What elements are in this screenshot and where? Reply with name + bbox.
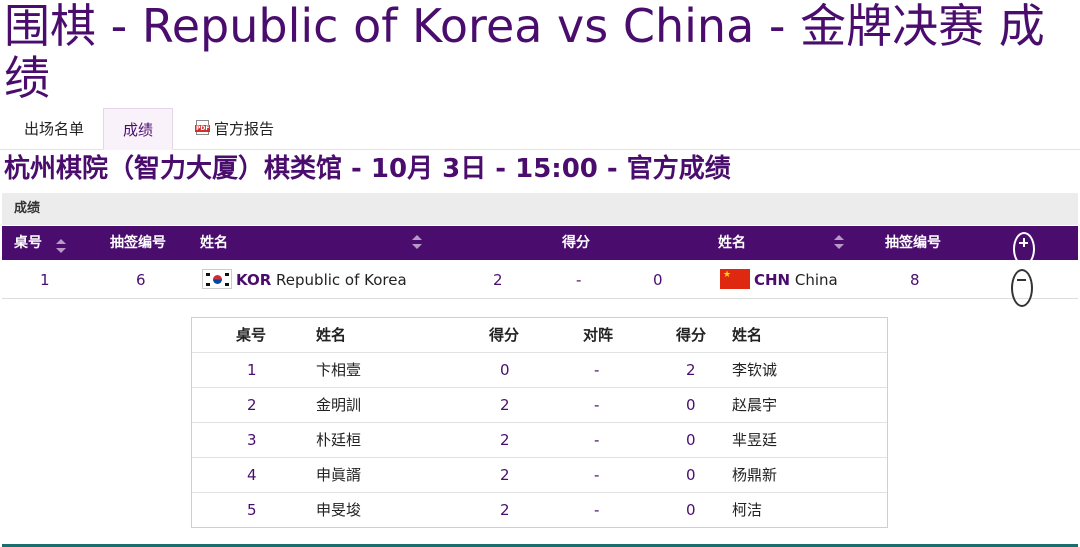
board-player-right: 芈昱廷 — [732, 431, 778, 449]
board-detail-table: 桌号 姓名 得分 对阵 得分 姓名 1 卞相壹 0 - 2 李钦诚 2 金明訓 … — [191, 317, 888, 528]
header-name-left-label: 姓名 — [200, 235, 228, 251]
board-player-right: 赵晨宇 — [732, 396, 778, 414]
header-draw-no-right: 抽签编号 — [885, 235, 941, 251]
match-table-no: 1 — [40, 271, 50, 289]
header-table-no[interactable]: 桌号 — [14, 226, 66, 260]
section-header: 成绩 — [2, 193, 1078, 225]
venue-subtitle: 杭州棋院（智力大厦）棋类馆 - 10月 3日 - 15:00 - 官方成绩 — [4, 154, 731, 184]
board-score-right: 0 — [686, 501, 696, 519]
detail-header-name-left: 姓名 — [316, 326, 347, 344]
board-player-right: 李钦诚 — [732, 361, 778, 379]
board-player-left: 申眞諝 — [316, 466, 362, 484]
detail-header-score-left: 得分 — [489, 326, 520, 344]
board-score-left: 2 — [500, 466, 510, 484]
board-no: 4 — [247, 466, 257, 484]
detail-header-name-right: 姓名 — [732, 326, 763, 344]
board-no: 1 — [247, 361, 257, 379]
board-score-left: 0 — [500, 361, 510, 379]
team-left-noc: KOR — [236, 271, 272, 289]
tab-results[interactable]: 成绩 — [103, 108, 173, 150]
header-name-right[interactable]: 姓名 — [718, 226, 848, 260]
board-no: 2 — [247, 396, 257, 414]
team-left-name: Republic of Korea — [276, 271, 407, 289]
board-score-left: 2 — [500, 431, 510, 449]
board-row: 1 卞相壹 0 - 2 李钦诚 — [192, 353, 887, 388]
board-separator: - — [594, 431, 600, 449]
match-draw-no-right: 8 — [910, 271, 920, 289]
board-separator: - — [594, 361, 600, 379]
header-name-left[interactable]: 姓名 — [200, 226, 428, 260]
team-right-noc: CHN — [754, 271, 791, 289]
board-score-right: 0 — [686, 466, 696, 484]
match-row[interactable]: 1 6 KOR Republic of Korea 2 - 0 ★ CHN Chi… — [2, 261, 1078, 307]
board-score-right: 2 — [686, 361, 696, 379]
tab-bar: 出场名单 成绩 官方报告 — [0, 108, 1080, 150]
board-row: 2 金明訓 2 - 0 赵晨宇 — [192, 388, 887, 423]
header-name-right-label: 姓名 — [718, 235, 746, 251]
board-row: 3 朴廷桓 2 - 0 芈昱廷 — [192, 423, 887, 458]
detail-header-vs: 对阵 — [583, 326, 614, 344]
minus-circle-icon[interactable] — [1011, 269, 1033, 307]
header-table-no-label: 桌号 — [14, 235, 42, 251]
board-row: 4 申眞諝 2 - 0 杨鼎新 — [192, 458, 887, 493]
pdf-icon — [195, 120, 211, 135]
board-player-left: 卞相壹 — [316, 361, 362, 379]
board-score-right: 0 — [686, 396, 696, 414]
board-score-left: 2 — [500, 396, 510, 414]
board-player-right: 杨鼎新 — [732, 466, 778, 484]
match-team-right: ★ CHN China — [720, 261, 838, 299]
match-team-left: KOR Republic of Korea — [202, 261, 407, 299]
team-right-name: China — [794, 271, 838, 289]
board-player-left: 金明訓 — [316, 396, 362, 414]
board-separator: - — [594, 466, 600, 484]
korea-flag-icon — [202, 269, 232, 289]
tab-official-report[interactable]: 官方报告 — [178, 108, 292, 150]
board-row: 5 申旻埈 2 - 0 柯洁 — [192, 493, 887, 528]
page-title: 围棋 - Republic of Korea vs China - 金牌决赛 成… — [4, 0, 1045, 105]
match-score-separator: - — [576, 271, 582, 289]
results-header-row: 桌号 抽签编号 姓名 得分 姓名 抽签编号 — [2, 226, 1078, 266]
board-separator: - — [594, 501, 600, 519]
tab-official-report-label: 官方报告 — [214, 120, 275, 138]
detail-header-row: 桌号 姓名 得分 对阵 得分 姓名 — [192, 318, 887, 353]
board-no: 5 — [247, 501, 257, 519]
board-player-left: 申旻埈 — [316, 501, 362, 519]
board-score-right: 0 — [686, 431, 696, 449]
match-score-left: 2 — [493, 271, 503, 289]
board-player-right: 柯洁 — [732, 501, 763, 519]
board-score-left: 2 — [500, 501, 510, 519]
china-flag-icon: ★ — [720, 269, 750, 289]
header-draw-no-left: 抽签编号 — [110, 235, 166, 251]
board-no: 3 — [247, 431, 257, 449]
header-score: 得分 — [562, 235, 590, 251]
detail-header-score-right: 得分 — [676, 326, 707, 344]
board-player-left: 朴廷桓 — [316, 431, 362, 449]
match-draw-no-left: 6 — [136, 271, 146, 289]
board-separator: - — [594, 396, 600, 414]
detail-header-table-no: 桌号 — [236, 326, 267, 344]
match-score-right: 0 — [653, 271, 663, 289]
tab-start-list[interactable]: 出场名单 — [6, 108, 102, 150]
